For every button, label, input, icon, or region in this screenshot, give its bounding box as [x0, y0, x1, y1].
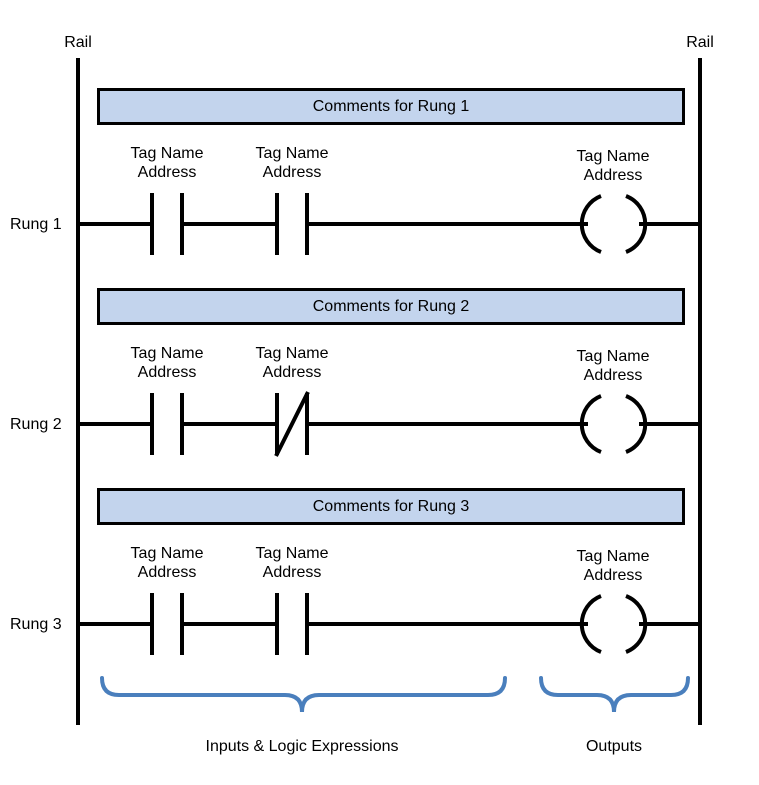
rung-2-circuit [78, 391, 700, 457]
tag-name-text: Tag Name [130, 345, 204, 362]
rung-3-contact-2-normally-open[interactable] [275, 593, 309, 655]
rung-1-coil-caption: Tag Name Address [577, 147, 650, 185]
inputs-brace-label: Inputs & Logic Expressions [205, 738, 399, 755]
address-text: Address [262, 364, 322, 381]
tag-name-text: Tag Name [255, 345, 329, 362]
rung-2-label: Rung 2 [10, 416, 62, 433]
rung-3-contact-2-caption: Tag Name Address [256, 544, 329, 582]
rung-1-coil-output[interactable] [579, 194, 648, 254]
rung-3-contact-1-normally-open[interactable] [150, 593, 184, 655]
rung-3-circuit [78, 593, 700, 655]
address-text: Address [137, 564, 197, 581]
rung-2-comment-box[interactable]: Comments for Rung 2 [97, 288, 685, 325]
address-text: Address [583, 567, 643, 584]
rung-2-contact-2-normally-closed[interactable] [274, 391, 310, 457]
rung-1-comment-text: Comments for Rung 1 [312, 97, 470, 115]
rung-3-comment-text: Comments for Rung 3 [312, 497, 470, 515]
tag-name-text: Tag Name [576, 548, 650, 565]
rung-1-comment-box[interactable]: Comments for Rung 1 [97, 88, 685, 125]
right-rail-label: Rail [686, 34, 714, 51]
rung-2-contact-1-normally-open[interactable] [150, 393, 184, 455]
outputs-brace [539, 676, 690, 713]
tag-name-text: Tag Name [576, 148, 650, 165]
rung-1-contact-2-caption: Tag Name Address [256, 144, 329, 182]
rung-1-contact-2-normally-open[interactable] [275, 193, 309, 255]
address-text: Address [262, 164, 322, 181]
rung-3-contact-1-caption: Tag Name Address [131, 544, 204, 582]
rung-3-coil-caption: Tag Name Address [577, 547, 650, 585]
address-text: Address [137, 164, 197, 181]
rung-3-comment-box[interactable]: Comments for Rung 3 [97, 488, 685, 525]
rung-2-comment-text: Comments for Rung 2 [312, 297, 470, 315]
rung-2-contact-2-caption: Tag Name Address [256, 344, 329, 382]
rung-1-circuit [78, 193, 700, 255]
rung-2-coil-caption: Tag Name Address [577, 347, 650, 385]
rung-3-label: Rung 3 [10, 616, 62, 633]
rung-1-contact-1-normally-open[interactable] [150, 193, 184, 255]
tag-name-text: Tag Name [255, 145, 329, 162]
outputs-brace-label: Outputs [585, 738, 643, 755]
tag-name-text: Tag Name [255, 545, 329, 562]
address-text: Address [262, 564, 322, 581]
rung-3-coil-output[interactable] [579, 594, 648, 654]
tag-name-text: Tag Name [576, 348, 650, 365]
rung-1-label: Rung 1 [10, 216, 62, 233]
tag-name-text: Tag Name [130, 145, 204, 162]
address-text: Address [583, 367, 643, 384]
ladder-logic-diagram: Rail Rail Comments for Rung 1 Rung 1 Tag… [0, 0, 759, 785]
rung-1-contact-1-caption: Tag Name Address [131, 144, 204, 182]
tag-name-text: Tag Name [130, 545, 204, 562]
rung-2-coil-output[interactable] [579, 394, 648, 454]
left-rail-label: Rail [64, 34, 92, 51]
address-text: Address [137, 364, 197, 381]
inputs-brace [100, 676, 507, 713]
address-text: Address [583, 167, 643, 184]
rung-2-contact-1-caption: Tag Name Address [131, 344, 204, 382]
